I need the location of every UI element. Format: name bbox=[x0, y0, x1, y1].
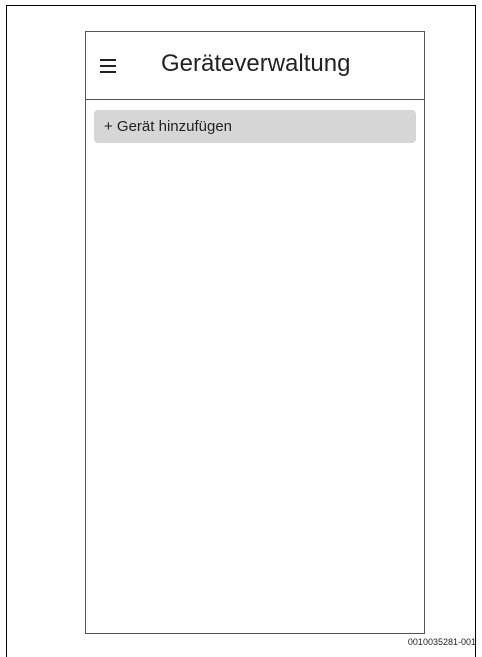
figure-frame: Geräteverwaltung + Gerät hinzufügen bbox=[6, 5, 476, 657]
app-header: Geräteverwaltung bbox=[86, 32, 424, 100]
menu-line bbox=[100, 65, 116, 67]
page-title: Geräteverwaltung bbox=[161, 50, 351, 77]
phone-screen: Geräteverwaltung + Gerät hinzufügen bbox=[85, 31, 425, 634]
menu-line bbox=[100, 71, 116, 73]
hamburger-menu-icon[interactable] bbox=[100, 59, 116, 73]
add-device-button[interactable]: + Gerät hinzufügen bbox=[94, 110, 416, 143]
figure-code: 0010035281-001 bbox=[407, 637, 476, 647]
menu-line bbox=[100, 59, 116, 61]
